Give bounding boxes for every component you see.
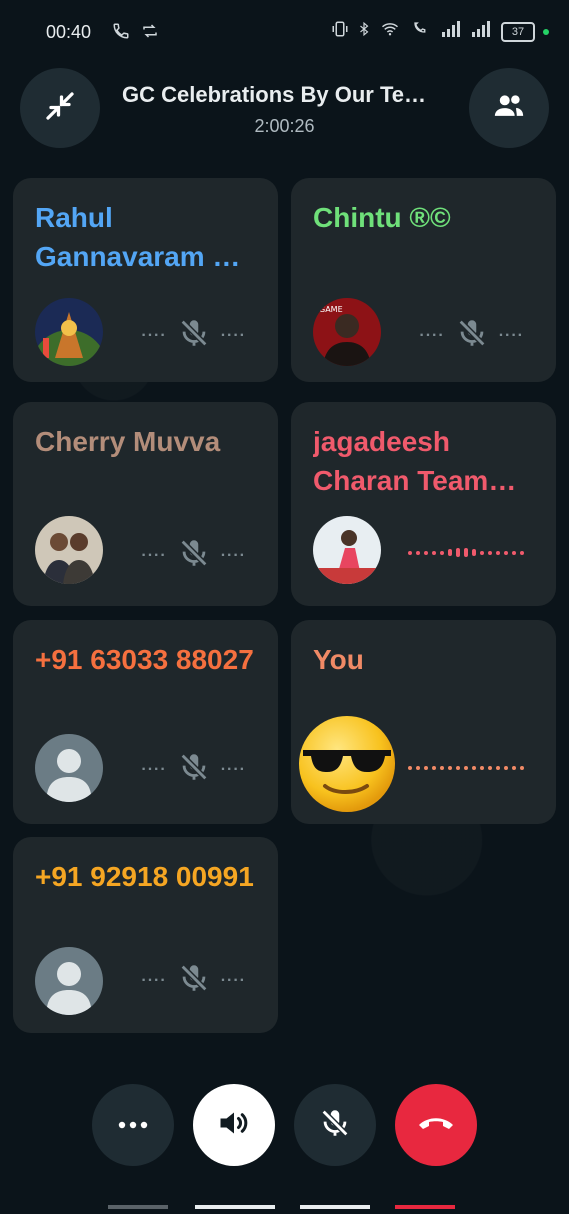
audio-level-dots: ····	[220, 546, 246, 564]
svg-text:GAME: GAME	[319, 305, 343, 314]
bluetooth-icon	[357, 20, 371, 43]
mic-off-icon	[177, 316, 211, 355]
speaking-waveform	[408, 548, 524, 557]
participant-name: You	[313, 644, 364, 675]
default-avatar	[35, 734, 103, 802]
participant-tile[interactable]: Cherry Muvva ···· ····	[13, 402, 278, 606]
mic-off-icon	[455, 316, 489, 355]
status-bar: 00:40 37	[0, 0, 569, 64]
participant-tile[interactable]: jagadeesh Charan Team…	[291, 402, 556, 606]
more-options-button[interactable]	[92, 1084, 174, 1166]
audio-level-dots: ····	[220, 971, 246, 989]
signal-icon-2	[471, 21, 493, 42]
speaker-button[interactable]	[193, 1084, 275, 1166]
audio-level-dots: ····	[220, 760, 246, 778]
sync-icon	[140, 22, 160, 45]
call-title: GC Celebrations By Our Te…	[122, 82, 426, 107]
participant-tile[interactable]: +91 92918 00991 ···· ····	[13, 837, 278, 1033]
mic-off-icon	[318, 1106, 352, 1145]
speaker-icon	[216, 1105, 252, 1146]
participant-avatar	[35, 516, 103, 584]
phone-icon	[112, 22, 130, 45]
audio-level-dots: ····	[141, 326, 167, 344]
participant-name: Rahul Gannavaram …	[35, 202, 241, 272]
battery-indicator: 37	[501, 21, 535, 42]
default-avatar	[35, 947, 103, 1015]
speaking-waveform	[408, 766, 524, 770]
call-controls-bar	[0, 1058, 569, 1166]
group-icon	[489, 89, 529, 128]
status-time: 00:40	[46, 22, 92, 42]
end-call-button[interactable]	[395, 1084, 477, 1166]
participant-avatar: GAME	[313, 298, 381, 366]
vibrate-icon	[331, 20, 349, 43]
participant-tile[interactable]: Rahul Gannavaram … ···· ····	[13, 178, 278, 382]
end-call-icon	[417, 1113, 455, 1138]
audio-level-dots: ····	[220, 326, 246, 344]
participant-name: Chintu ®©	[313, 202, 451, 233]
participant-name: +91 63033 88027	[35, 644, 254, 675]
mic-off-icon	[177, 536, 211, 575]
participant-name: +91 92918 00991	[35, 861, 254, 892]
mic-off-icon	[177, 961, 211, 1000]
participant-tile-self[interactable]: You	[291, 620, 556, 824]
mic-off-icon	[177, 750, 211, 789]
audio-level-dots: ····	[419, 326, 445, 344]
participant-avatar	[35, 298, 103, 366]
participants-button[interactable]	[469, 68, 549, 148]
privacy-dot	[543, 28, 549, 35]
participant-tile[interactable]: Chintu ®© GAME ···· ····	[291, 178, 556, 382]
more-options-icon	[118, 1116, 148, 1134]
mute-button[interactable]	[294, 1084, 376, 1166]
audio-level-dots: ····	[498, 326, 524, 344]
participant-name: Cherry Muvva	[35, 426, 221, 457]
participant-name: jagadeesh Charan Team…	[313, 426, 517, 496]
participant-avatar	[313, 516, 381, 584]
sunglasses-emoji-avatar	[295, 712, 399, 816]
audio-level-dots: ····	[141, 760, 167, 778]
audio-level-dots: ····	[141, 971, 167, 989]
audio-level-dots: ····	[141, 546, 167, 564]
wifi-icon	[379, 20, 401, 43]
signal-icon-1	[441, 21, 463, 42]
participant-tile[interactable]: +91 63033 88027 ···· ····	[13, 620, 278, 824]
home-indicator	[0, 1196, 569, 1209]
wifi-calling-icon	[409, 20, 433, 43]
